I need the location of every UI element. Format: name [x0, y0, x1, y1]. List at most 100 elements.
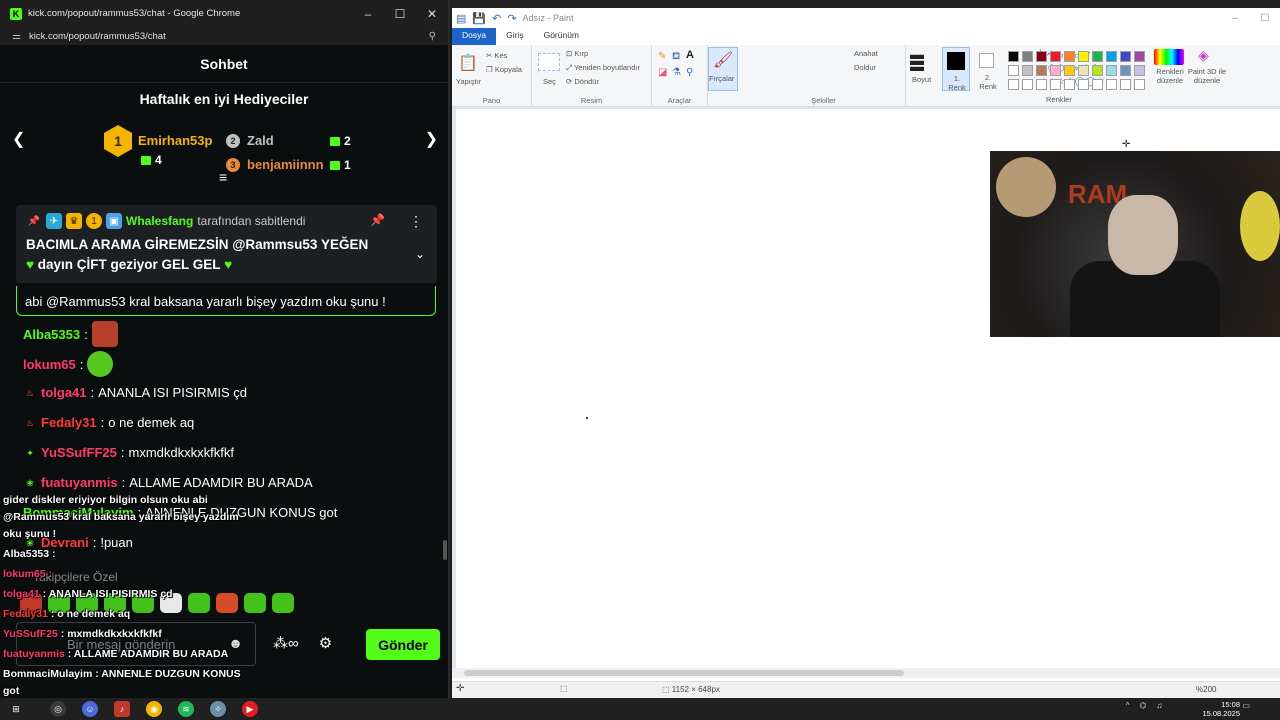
paint-minimize-button[interactable]: – — [1220, 13, 1250, 24]
palette-swatch[interactable] — [1078, 51, 1089, 62]
eraser-icon[interactable]: ◪ — [658, 67, 667, 78]
paste-button[interactable]: Yapıştır — [456, 77, 481, 86]
chat-username[interactable]: tolga41 — [41, 385, 87, 400]
fill-button[interactable]: Doldur — [854, 63, 876, 72]
color-picker-icon[interactable]: ⚗ — [672, 67, 681, 78]
gifter-name[interactable]: Zald — [247, 133, 274, 148]
palette-swatch[interactable] — [1064, 65, 1075, 76]
palette-swatch[interactable] — [1008, 51, 1019, 62]
palette-swatch[interactable] — [1064, 51, 1075, 62]
more-options-icon[interactable]: ⋮ — [409, 213, 423, 230]
palette-swatch[interactable] — [1078, 65, 1089, 76]
palette-swatch[interactable] — [1022, 51, 1033, 62]
palette-swatch[interactable] — [1120, 65, 1131, 76]
palette-swatch[interactable] — [1106, 65, 1117, 76]
settings-gear-icon[interactable]: ⚙ — [319, 634, 332, 652]
emote-button[interactable] — [244, 593, 266, 613]
select-icon[interactable] — [538, 53, 560, 71]
tab-home[interactable]: Giriş — [496, 28, 533, 45]
palette-swatch[interactable] — [1036, 51, 1047, 62]
palette-swatch[interactable] — [1134, 51, 1145, 62]
chat-scrollbar[interactable] — [443, 540, 447, 560]
address-bar[interactable]: ⚌ kick.com/popout/rammus53/chat ⚲ — [0, 27, 448, 45]
tray-chevron-icon[interactable]: ^ — [1126, 701, 1130, 710]
zoom-icon[interactable]: ⚲ — [429, 31, 436, 42]
chat-username[interactable]: lokum65 — [23, 357, 76, 372]
undo-icon[interactable]: ↶ — [492, 12, 501, 25]
color2-button[interactable]: 2. Renk — [974, 47, 1002, 91]
network-icon[interactable]: ⌬ — [1139, 701, 1146, 710]
brushes-button[interactable]: 🖌 Fırçalar — [708, 47, 738, 91]
next-arrow-icon[interactable]: ❯ — [425, 129, 438, 149]
cut-button[interactable]: ✂ Kes — [486, 51, 507, 60]
unpin-icon[interactable]: 📌 — [370, 213, 385, 227]
custom-palette-swatch[interactable] — [1050, 79, 1061, 90]
notification-icon[interactable]: ▭ — [1242, 701, 1250, 710]
chevron-down-icon[interactable]: ⌄ — [415, 247, 425, 261]
text-tool-icon[interactable]: A — [686, 49, 694, 61]
palette-swatch[interactable] — [1134, 65, 1145, 76]
size-button[interactable]: Boyut — [912, 75, 931, 84]
copy-button[interactable]: ❐ Kopyala — [486, 65, 522, 74]
save-icon[interactable]: 💾 — [472, 12, 486, 25]
collapse-icon[interactable]: ≡ — [219, 169, 227, 185]
chat-username[interactable]: Alba5353 — [23, 327, 80, 342]
chat-username[interactable]: Fedaly31 — [41, 415, 97, 430]
gifter-name[interactable]: Emirhan53p — [138, 133, 212, 148]
app-icon[interactable]: ◎ — [50, 701, 66, 717]
discord-icon[interactable]: ☺ — [82, 701, 98, 717]
zoom-level[interactable]: %200 — [1196, 685, 1216, 694]
chrome-icon[interactable]: ◉ — [146, 701, 162, 717]
emote-button[interactable] — [188, 593, 210, 613]
emote-button[interactable] — [216, 593, 238, 613]
size-lines-icon[interactable]: ▬ ▬ ▬ — [910, 47, 924, 73]
paint3d-icon[interactable]: ◈ — [1198, 47, 1209, 64]
clock[interactable]: 15:08 15.08.2025 — [1202, 700, 1240, 718]
select-button[interactable]: Seç — [543, 77, 556, 86]
emote-button[interactable] — [272, 593, 294, 613]
gifter-name[interactable]: benjamiinnn — [247, 157, 324, 172]
palette-swatch[interactable] — [1036, 65, 1047, 76]
fill-bucket-icon[interactable]: ⛾ — [672, 51, 680, 64]
paint-maximize-button[interactable]: ☐ — [1250, 13, 1280, 24]
maximize-button[interactable]: ☐ — [384, 7, 416, 21]
scrollbar-thumb[interactable] — [464, 670, 904, 676]
custom-palette-swatch[interactable] — [1064, 79, 1075, 90]
minimize-button[interactable]: – — [352, 7, 384, 21]
color1-button[interactable]: 1. Renk — [942, 47, 970, 92]
rotate-button[interactable]: ⟳ Döndür — [566, 77, 599, 86]
custom-palette-swatch[interactable] — [1078, 79, 1089, 90]
pinned-by-user[interactable]: Whalesfang — [126, 214, 193, 228]
custom-palette-swatch[interactable] — [1008, 79, 1019, 90]
clipboard-icon[interactable]: 📋 — [458, 53, 478, 73]
palette-swatch[interactable] — [1106, 51, 1117, 62]
palette-swatch[interactable] — [1092, 65, 1103, 76]
send-button[interactable]: Gönder — [366, 629, 440, 660]
spotify-icon[interactable]: ≋ — [178, 701, 194, 717]
close-button[interactable]: ✕ — [416, 7, 448, 21]
crop-button[interactable]: ⊡ Kırp — [566, 49, 588, 58]
redo-icon[interactable]: ↷ — [507, 12, 516, 25]
custom-palette-swatch[interactable] — [1022, 79, 1033, 90]
emoji-picker-icon[interactable]: ☻ — [228, 635, 243, 651]
palette-swatch[interactable] — [1022, 65, 1033, 76]
palette-swatch[interactable] — [1008, 65, 1019, 76]
prev-arrow-icon[interactable]: ❮ — [12, 129, 25, 149]
tab-file[interactable]: Dosya — [452, 28, 497, 45]
custom-palette-swatch[interactable] — [1092, 79, 1103, 90]
palette-swatch[interactable] — [1092, 51, 1103, 62]
site-info-icon[interactable]: ⚌ — [12, 31, 21, 42]
magnifier-icon[interactable]: ⚲ — [686, 67, 693, 78]
edit-colors-icon[interactable] — [1154, 49, 1184, 65]
tab-view[interactable]: Görünüm — [534, 28, 589, 45]
voice-app-icon[interactable]: ♪ — [114, 701, 130, 717]
custom-palette-swatch[interactable] — [1106, 79, 1117, 90]
custom-palette-swatch[interactable] — [1120, 79, 1131, 90]
windows-start-icon[interactable]: ⊞ — [8, 701, 24, 717]
chat-username[interactable]: YuSSufFF25 — [41, 445, 117, 460]
paint3d-button[interactable]: Paint 3D ile düzenle — [1182, 67, 1232, 85]
palette-swatch[interactable] — [1050, 65, 1061, 76]
resize-button[interactable]: ⤢ Yeniden boyutlandır — [566, 63, 640, 73]
outline-button[interactable]: Anahat — [854, 49, 878, 58]
volume-icon[interactable]: ♫ — [1156, 701, 1162, 710]
